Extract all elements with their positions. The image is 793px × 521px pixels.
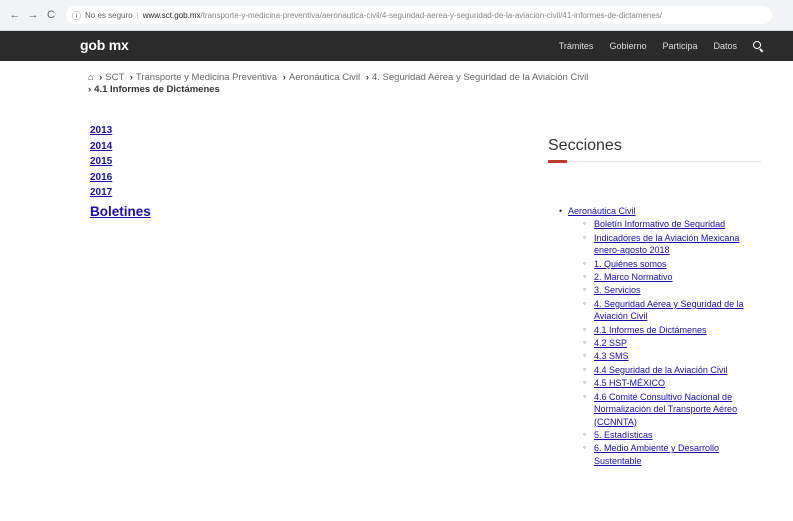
nav-participa[interactable]: Participa [662,41,697,51]
sidebar-subitem: Indicadores de la Aviación Mexicana ener… [568,231,763,257]
secciones-accent-bar [548,160,567,163]
sidebar-link-medio-ambiente[interactable]: 6. Medio Ambiente y Desarrollo Sustentab… [594,443,719,465]
sidebar-link-seguridad-aviacion[interactable]: 4.4 Seguridad de la Aviación Civil [594,365,727,375]
sidebar-link-sms[interactable]: 4.3 SMS [594,351,629,361]
secciones-list: Aeronáutica Civil Boletín Informativo de… [558,205,763,467]
year-link-2014[interactable]: 2014 [90,139,151,155]
sidebar-subitem: 4.1 Informes de Dictámenes [568,323,763,336]
year-link-2017[interactable]: 2017 [90,185,151,201]
years-list: 2013 2014 2015 2016 2017 Boletines [90,123,151,220]
sidebar-subitem: 2. Marco Normativo [568,270,763,283]
sidebar-item-aeronautica: Aeronáutica Civil Boletín Informativo de… [558,205,763,467]
boletines-link[interactable]: Boletines [90,203,151,220]
sidebar-link-servicios[interactable]: 3. Servicios [594,285,641,295]
sidebar-link-indicadores[interactable]: Indicadores de la Aviación Mexicana ener… [594,233,739,255]
breadcrumb-caret: › [99,72,103,83]
breadcrumb: ⌂ › SCT › Transporte y Medicina Preventiva… [88,70,588,85]
reload-icon[interactable]: C [44,9,58,21]
secciones-divider [548,161,761,162]
browser-address-bar: ← → C ⓘ No es seguro | www.sct.gob.mx/tr… [0,0,793,31]
breadcrumb-caret: › [282,72,286,83]
sidebar-subitem: 5. Estadísticas [568,428,763,441]
sidebar-subitem: 1. Quiénes somos [568,257,763,270]
url-separator: | [136,10,139,20]
sidebar-subitem: 6. Medio Ambiente y Desarrollo Sustentab… [568,441,763,467]
search-icon[interactable] [753,41,763,51]
sidebar-subitem: 4.3 SMS [568,349,763,362]
sidebar-link-informes[interactable]: 4.1 Informes de Dictámenes [594,325,707,335]
sidebar-subitem: 3. Servicios [568,283,763,296]
secciones-heading: Secciones [548,137,622,154]
breadcrumb-caret: › [88,84,92,95]
sidebar-link-ccnnta[interactable]: 4.6 Comité Consultivo Nacional de Normal… [594,392,737,427]
forward-arrow-icon[interactable]: → [26,9,40,21]
back-arrow-icon[interactable]: ← [8,9,22,21]
sidebar-link-seguridad-aerea[interactable]: 4. Seguridad Aérea y Seguridad de la Avi… [594,299,744,321]
sidebar-subitem: Boletín Informativo de Seguridad [568,217,763,230]
breadcrumb-caret: › [129,72,133,83]
breadcrumb-seguridad[interactable]: 4. Seguridad Aérea y Seguridad de la Avi… [372,72,588,83]
url-field[interactable]: ⓘ No es seguro | www.sct.gob.mx/transpor… [66,6,772,24]
nav-datos[interactable]: Datos [713,41,737,51]
nav-gobierno[interactable]: Gobierno [609,41,646,51]
breadcrumb-current: 4.1 Informes de Dictámenes [94,84,220,95]
breadcrumb-transporte[interactable]: Transporte y Medicina Preventiva [136,72,277,83]
home-icon[interactable]: ⌂ [88,72,93,82]
sidebar-link-marco-normativo[interactable]: 2. Marco Normativo [594,272,673,282]
sidebar-subitem: 4.6 Comité Consultivo Nacional de Normal… [568,390,763,428]
insecure-label: No es seguro [85,10,133,20]
sidebar-link-boletin[interactable]: Boletín Informativo de Seguridad [594,219,725,229]
nav-tramites[interactable]: Trámites [559,41,594,51]
sidebar-subitem: 4.5 HST-MÉXICO [568,376,763,389]
sidebar-link-aeronautica[interactable]: Aeronáutica Civil [568,206,636,216]
url-domain: www.sct.gob.mx [142,10,201,20]
sidebar-subitem: 4.4 Seguridad de la Aviación Civil [568,363,763,376]
nav-menu: Trámites Gobierno Participa Datos [543,31,763,61]
sidebar-link-estadisticas[interactable]: 5. Estadísticas [594,430,653,440]
year-link-2016[interactable]: 2016 [90,170,151,186]
year-link-2015[interactable]: 2015 [90,154,151,170]
breadcrumb-aeronautica[interactable]: Aeronáutica Civil [289,72,360,83]
sidebar-link-hst-mexico[interactable]: 4.5 HST-MÉXICO [594,378,665,388]
breadcrumb-sct[interactable]: SCT [105,72,124,83]
gobmx-logo[interactable]: gob mx [80,37,129,53]
sidebar-subitem: 4. Seguridad Aérea y Seguridad de la Avi… [568,297,763,323]
breadcrumb-caret: › [365,72,369,83]
year-link-2013[interactable]: 2013 [90,123,151,139]
sidebar-subitem: 4.2 SSP [568,336,763,349]
sidebar-link-ssp[interactable]: 4.2 SSP [594,338,627,348]
breadcrumb-current-line: › 4.1 Informes de Dictámenes [88,84,220,96]
url-path: /transporte-y-medicina-preventiva/aerona… [200,10,663,20]
top-navbar: gob mx Trámites Gobierno Participa Datos [0,31,793,61]
info-icon[interactable]: ⓘ [72,9,81,22]
sidebar-link-quienes-somos[interactable]: 1. Quiénes somos [594,259,667,269]
